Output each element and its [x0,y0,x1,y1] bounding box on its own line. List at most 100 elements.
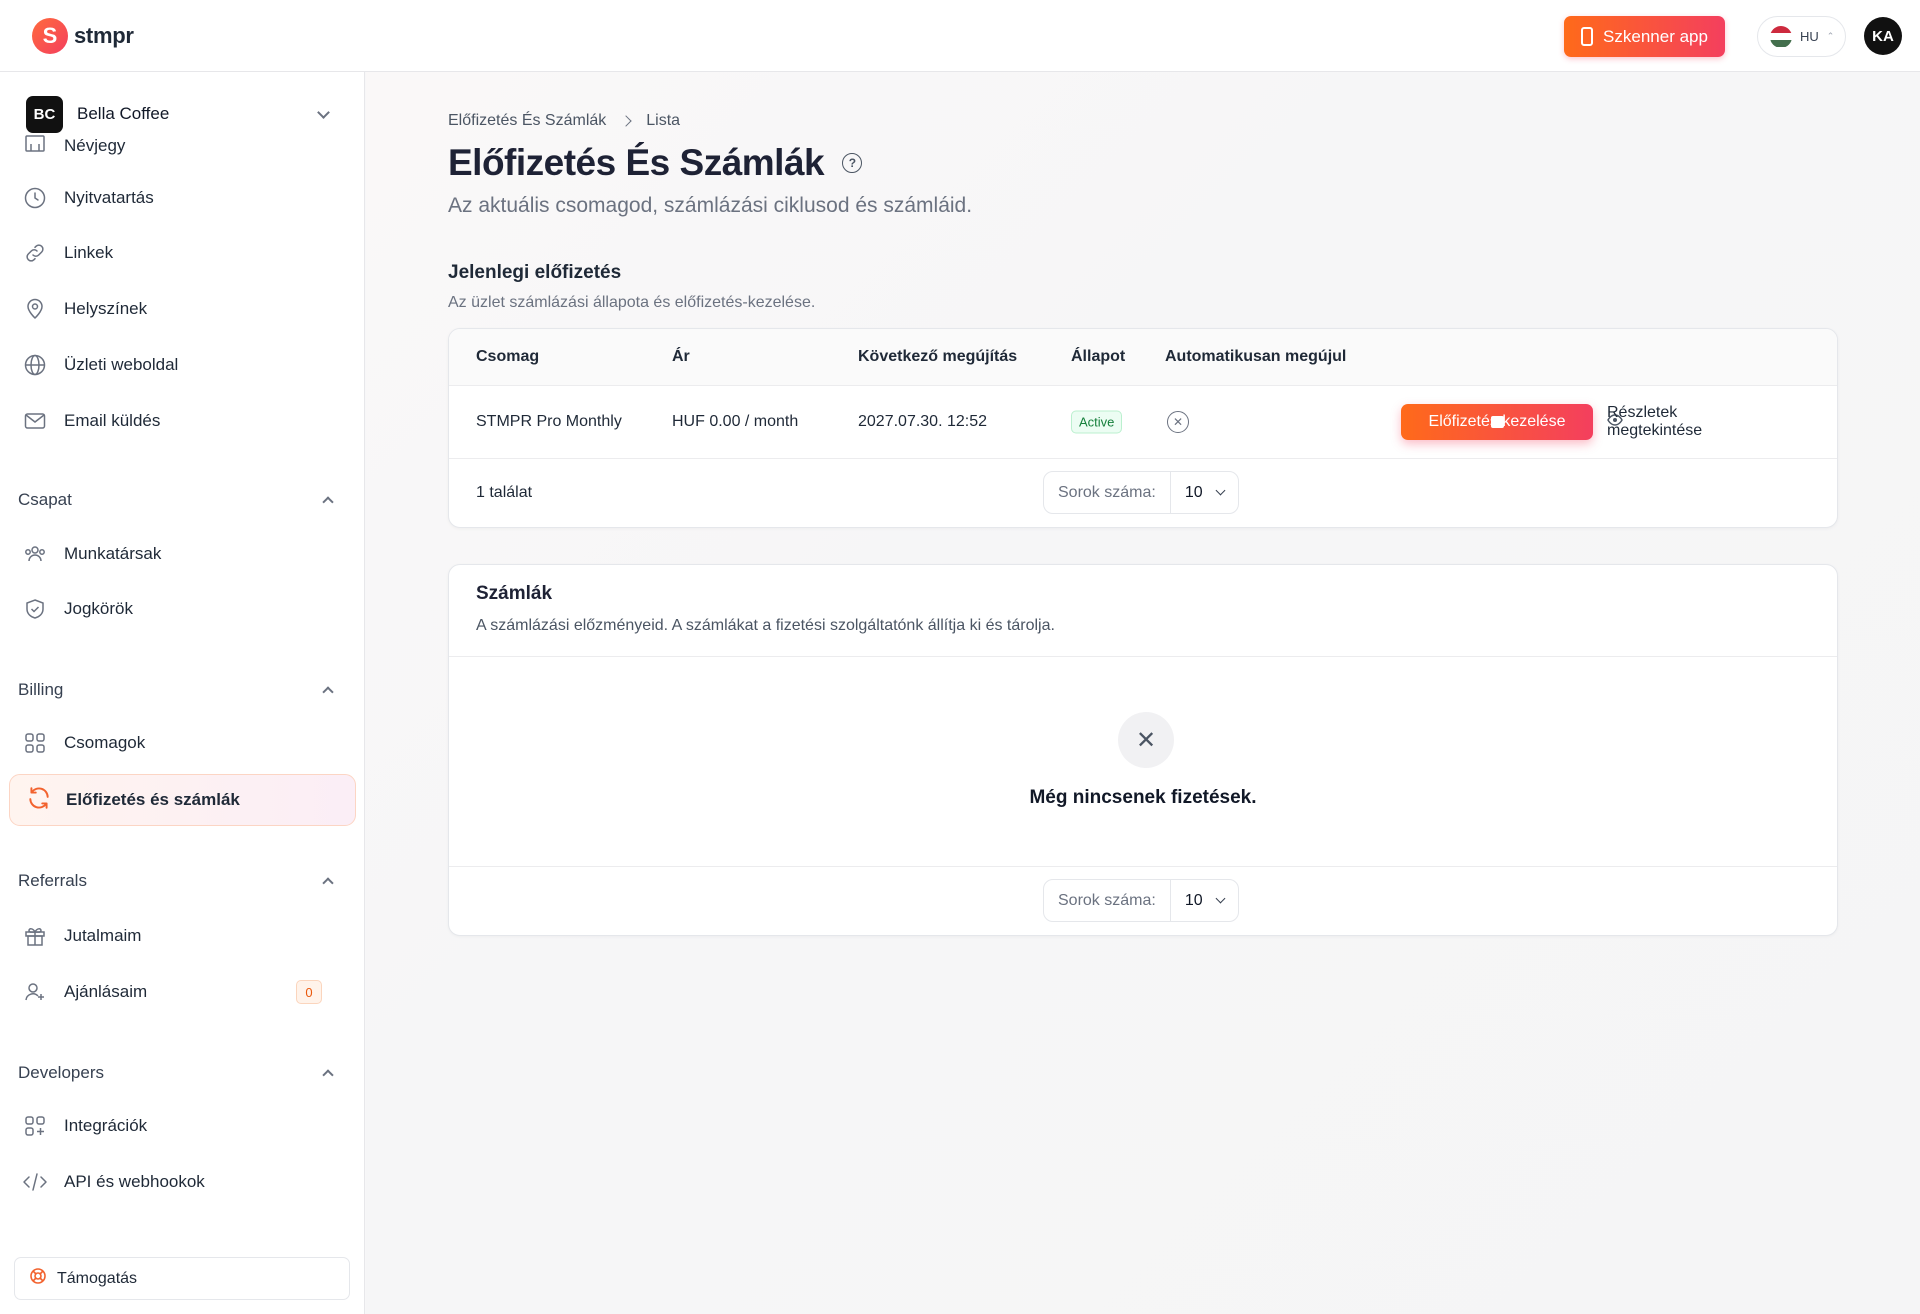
main-content: Előfizetés És Számlák Lista Előfizetés É… [366,72,1920,1314]
sidebar-item-label: Csomagok [64,733,146,752]
referral-count-badge: 0 [296,980,322,1004]
sidebar-item-elofizetes-es-szamlak[interactable]: Előfizetés és számlák [9,774,356,826]
price-cell: HUF 0.00 / month [672,413,799,430]
rows-value-text: 10 [1184,891,1203,909]
sidebar-item-nyitvatartas[interactable]: Nyitvatartás [22,178,342,218]
manage-subscription-button[interactable]: Előfizetés kezelése [1401,404,1593,440]
sidebar-item-label: Email küldés [64,411,161,430]
top-bar: S stmpr Szkenner app HU ⌃ KA [0,0,1920,72]
language-code: HU [1800,29,1819,44]
sidebar-item-label: Munkatársak [64,544,162,563]
users-icon [22,541,48,567]
column-header-price: Ár [672,348,690,365]
auto-renew-off-icon: ✕ [1167,411,1189,433]
logo[interactable]: S stmpr [32,18,134,54]
sidebar-item-email-kuldes[interactable]: Email küldés [22,401,342,441]
rows-per-page-label: Sorok száma: [1044,472,1171,513]
breadcrumb-item-current: Lista [646,112,681,129]
sidebar-item-label: Névjegy [64,136,126,155]
sidebar-item-jogkorok[interactable]: Jogkörök [22,589,342,629]
column-header-next-renewal: Következő megújítás [858,348,1018,365]
subscription-subtitle: Az üzlet számlázási állapota és előfizet… [448,294,816,311]
user-avatar[interactable]: KA [1864,17,1902,55]
sidebar-item-label: Ajánlásaim [64,982,148,1001]
sidebar-item-uzleti-weboldal[interactable]: Üzleti weboldal [22,345,342,385]
rows-per-page-select[interactable]: Sorok száma: 10 [1043,879,1239,922]
map-pin-icon [22,296,48,322]
section-title: Billing [18,680,64,699]
sidebar-item-label: Linkek [64,243,114,262]
breadcrumb-item[interactable]: Előfizetés És Számlák [448,112,606,130]
apps-add-icon [22,1113,48,1139]
invoices-header: Számlák A számlázási előzményeid. A szám… [449,565,1837,657]
section-developers[interactable]: Developers [18,1063,344,1083]
hungary-flag-icon [1770,25,1792,48]
chevron-up-icon: ⌃ [1826,31,1835,41]
chevron-down-icon [1215,893,1226,904]
manage-subscription-label: Előfizetés kezelése [1428,413,1566,430]
table-header: Csomag Ár Következő megújítás Állapot Au… [449,329,1837,386]
sidebar-item-integraciok[interactable]: Integrációk [22,1106,342,1146]
chevron-up-icon [322,686,334,698]
sidebar-item-csomagok[interactable]: Csomagok [22,723,342,763]
sidebar-item-label: API és webhookok [64,1172,205,1191]
user-plus-icon [22,979,48,1005]
table-footer: 1 találat Sorok száma: 10 [449,459,1837,527]
sidebar-item-jutalmaim[interactable]: Jutalmaim [22,916,342,956]
section-csapat[interactable]: Csapat [18,490,344,510]
page-title: Előfizetés És Számlák [448,142,825,183]
invoices-card: Számlák A számlázási előzményeid. A szám… [448,564,1838,936]
scanner-app-label: Szkenner app [1603,26,1708,46]
section-referrals[interactable]: Referrals [18,871,344,891]
subscription-table-card: Csomag Ár Következő megújítás Állapot Au… [448,328,1838,528]
breadcrumb: Előfizetés És Számlák Lista [448,112,680,130]
sidebar-item-ajanlasaim[interactable]: Ajánlásaim 0 [22,972,342,1012]
chevron-down-icon [317,105,330,119]
support-button[interactable]: Támogatás [14,1257,350,1300]
page-subtitle: Az aktuális csomagod, számlázási cikluso… [448,194,973,217]
link-icon [22,240,48,266]
sidebar-item-label: Üzleti weboldal [64,355,179,374]
id-card-icon [22,134,48,156]
invoices-footer: Sorok száma: 10 [449,867,1837,935]
code-icon [22,1169,48,1195]
grid-icon [22,730,48,756]
table-row: STMPR Pro Monthly HUF 0.00 / month 2027.… [449,386,1837,459]
next-renewal-cell: 2027.07.30. 12:52 [858,413,988,430]
chevron-up-icon [322,877,334,889]
refresh-icon [26,785,52,816]
lifebuoy-icon [29,1267,47,1290]
sidebar: BC Bella Coffee Névjegy Nyitvatartás Lin… [0,72,365,1314]
sidebar-item-munkatarsak[interactable]: Munkatársak [22,534,342,574]
language-selector[interactable]: HU ⌃ [1757,16,1846,57]
sidebar-item-api-es-webhookok[interactable]: API és webhookok [22,1162,342,1202]
help-icon[interactable]: ? [842,153,863,173]
section-title: Referrals [18,871,87,890]
sidebar-item-linkek[interactable]: Linkek [22,233,342,273]
globe-icon [22,352,48,378]
rows-per-page-value[interactable]: 10 [1171,892,1238,910]
sidebar-item-label: Nyitvatartás [64,188,154,207]
section-title: Developers [18,1063,104,1082]
sidebar-item-label: Jogkörök [64,599,133,618]
sidebar-item-helyszinek[interactable]: Helyszínek [22,289,342,329]
logo-text: stmpr [74,23,134,48]
rows-per-page-select[interactable]: Sorok száma: 10 [1043,471,1239,514]
sidebar-item-label: Helyszínek [64,299,148,318]
chevron-down-icon [1215,485,1226,496]
rows-value-text: 10 [1184,483,1203,501]
business-avatar: BC [26,95,63,133]
rows-per-page-value[interactable]: 10 [1171,484,1238,502]
view-details-label: Részletek megtekintése [1607,404,1703,439]
chevron-up-icon [322,496,334,508]
section-billing[interactable]: Billing [18,680,344,700]
sidebar-item-nevjegy[interactable]: Névjegy [22,134,342,156]
scanner-app-button[interactable]: Szkenner app [1564,16,1725,57]
business-switcher[interactable]: BC Bella Coffee [26,94,342,134]
logo-icon: S [32,18,68,54]
chevron-right-icon [620,115,632,127]
support-label: Támogatás [57,1269,138,1287]
empty-state-text: Még nincsenek fizetések. [1029,787,1257,808]
sidebar-item-label: Jutalmaim [64,926,142,945]
gift-icon [22,923,48,949]
